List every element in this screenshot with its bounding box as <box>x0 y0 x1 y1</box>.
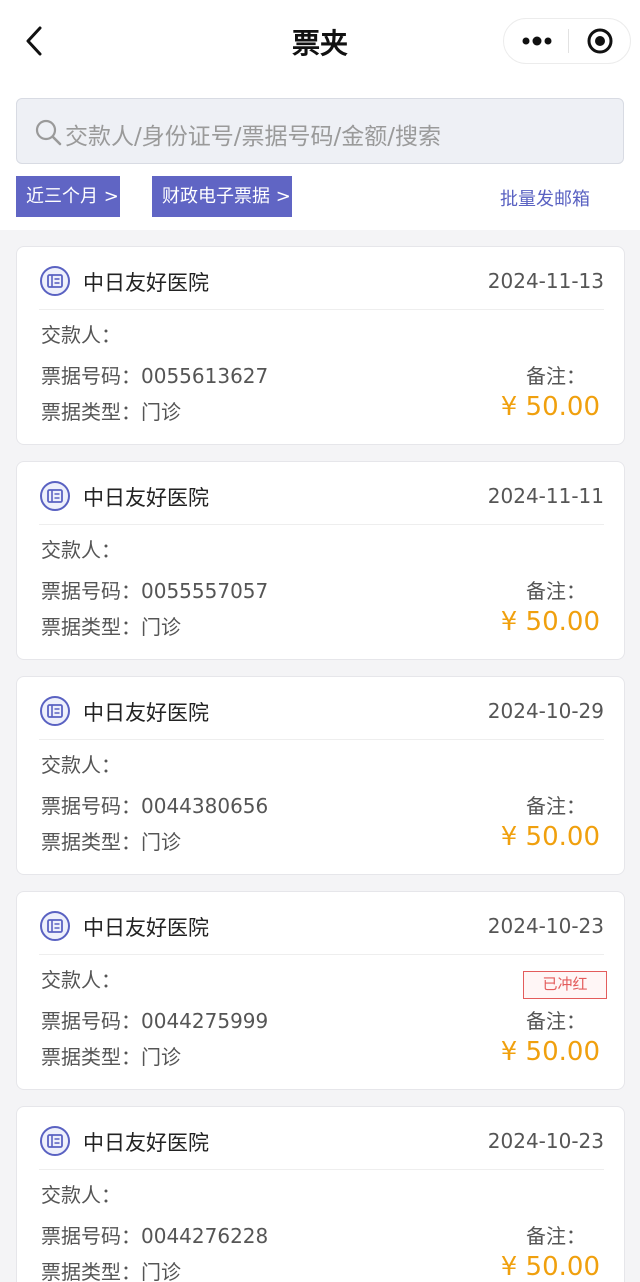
bill-type-label: 票据类型： <box>41 400 141 424</box>
receipt-card[interactable]: 中日友好医院 2024-10-29 交款人： 票据号码：0044380656 票… <box>16 676 625 875</box>
mini-program-capsule <box>503 18 631 64</box>
bill-number: 0055613627 <box>141 364 269 388</box>
payer-label: 交款人： <box>41 323 121 347</box>
receipt-date: 2024-10-23 <box>487 914 604 938</box>
receipt-date: 2024-10-23 <box>487 1129 604 1153</box>
receipt-icon <box>39 1125 71 1157</box>
search-icon <box>33 117 63 147</box>
bill-number-row: 票据号码：0055613627 <box>41 360 268 389</box>
search-placeholder: 交款人/身份证号/票据号码/金额/搜索 <box>65 124 441 150</box>
bill-type-label: 票据类型： <box>41 1045 141 1069</box>
bill-number-row: 票据号码：0044380656 <box>41 790 268 819</box>
bill-type-row: 票据类型：门诊 <box>41 611 181 640</box>
bill-number-label: 票据号码： <box>41 794 141 818</box>
search-filter-area: 交款人/身份证号/票据号码/金额/搜索 近三个月 > 财政电子票据 > 批量发邮… <box>0 82 640 230</box>
receipt-icon <box>39 265 71 297</box>
hospital-name: 中日友好医院 <box>83 1131 209 1155</box>
card-divider <box>39 1169 604 1170</box>
bill-type-row: 票据类型：门诊 <box>41 826 181 855</box>
bill-type-label: 票据类型： <box>41 615 141 639</box>
receipt-card[interactable]: 中日友好医院 2024-11-11 交款人： 票据号码：0055557057 票… <box>16 461 625 660</box>
receipt-icon <box>39 695 71 727</box>
bill-number: 0055557057 <box>141 579 269 603</box>
search-input[interactable]: 交款人/身份证号/票据号码/金额/搜索 <box>16 98 624 164</box>
batch-email-link[interactable]: 批量发邮箱 <box>500 185 590 211</box>
bill-number-row: 票据号码：0044275999 <box>41 1005 268 1034</box>
amount: ¥ 50.00 <box>500 607 600 637</box>
remark-label: 备注： <box>526 579 586 603</box>
card-divider <box>39 954 604 955</box>
receipt-card[interactable]: 中日友好医院 2024-11-13 交款人： 票据号码：0055613627 票… <box>16 246 625 445</box>
amount: ¥ 50.00 <box>500 1252 600 1282</box>
bill-number: 0044380656 <box>141 794 269 818</box>
bill-number-label: 票据号码： <box>41 1009 141 1033</box>
reversed-stamp-badge: 已冲红 <box>523 971 607 999</box>
bill-number: 0044276228 <box>141 1224 269 1248</box>
bill-type: 门诊 <box>141 1045 181 1069</box>
bill-type: 门诊 <box>141 615 181 639</box>
payer-label: 交款人： <box>41 538 121 562</box>
bill-type-row: 票据类型：门诊 <box>41 1256 181 1282</box>
payer-label: 交款人： <box>41 1183 121 1207</box>
bill-type-row: 票据类型：门诊 <box>41 396 181 425</box>
card-divider <box>39 524 604 525</box>
top-nav-bar: 票夹 <box>0 0 640 82</box>
bill-number-label: 票据号码： <box>41 364 141 388</box>
receipt-date: 2024-10-29 <box>487 699 604 723</box>
receipt-card[interactable]: 中日友好医院 2024-10-23 交款人： 已冲红 票据号码：00442759… <box>16 891 625 1090</box>
hospital-name: 中日友好医院 <box>83 486 209 510</box>
remark-label: 备注： <box>526 794 586 818</box>
bill-number-label: 票据号码： <box>41 579 141 603</box>
receipt-date: 2024-11-13 <box>487 269 604 293</box>
payer-label: 交款人： <box>41 968 121 992</box>
more-dots-icon[interactable] <box>504 19 568 63</box>
remark-label: 备注： <box>526 364 586 388</box>
amount: ¥ 50.00 <box>500 392 600 422</box>
remark-label: 备注： <box>526 1224 586 1248</box>
category-filter-button[interactable]: 财政电子票据 > <box>152 176 292 217</box>
receipt-icon <box>39 480 71 512</box>
period-filter-button[interactable]: 近三个月 > <box>16 176 120 217</box>
payer-label: 交款人： <box>41 753 121 777</box>
bill-number-row: 票据号码：0055557057 <box>41 575 268 604</box>
hospital-name: 中日友好医院 <box>83 271 209 295</box>
receipt-date: 2024-11-11 <box>487 484 604 508</box>
remark-label: 备注： <box>526 1009 586 1033</box>
hospital-name: 中日友好医院 <box>83 701 209 725</box>
bill-number-label: 票据号码： <box>41 1224 141 1248</box>
bill-type-row: 票据类型：门诊 <box>41 1041 181 1070</box>
bill-type: 门诊 <box>141 830 181 854</box>
bill-type-label: 票据类型： <box>41 1260 141 1282</box>
amount: ¥ 50.00 <box>500 822 600 852</box>
card-divider <box>39 739 604 740</box>
receipt-icon <box>39 910 71 942</box>
hospital-name: 中日友好医院 <box>83 916 209 940</box>
amount: ¥ 50.00 <box>500 1037 600 1067</box>
bill-number: 0044275999 <box>141 1009 269 1033</box>
card-divider <box>39 309 604 310</box>
bill-type: 门诊 <box>141 1260 181 1282</box>
bill-type-label: 票据类型： <box>41 830 141 854</box>
receipt-card[interactable]: 中日友好医院 2024-10-23 交款人： 票据号码：0044276228 票… <box>16 1106 625 1282</box>
close-target-icon[interactable] <box>569 19 631 63</box>
bill-type: 门诊 <box>141 400 181 424</box>
bill-number-row: 票据号码：0044276228 <box>41 1220 268 1249</box>
